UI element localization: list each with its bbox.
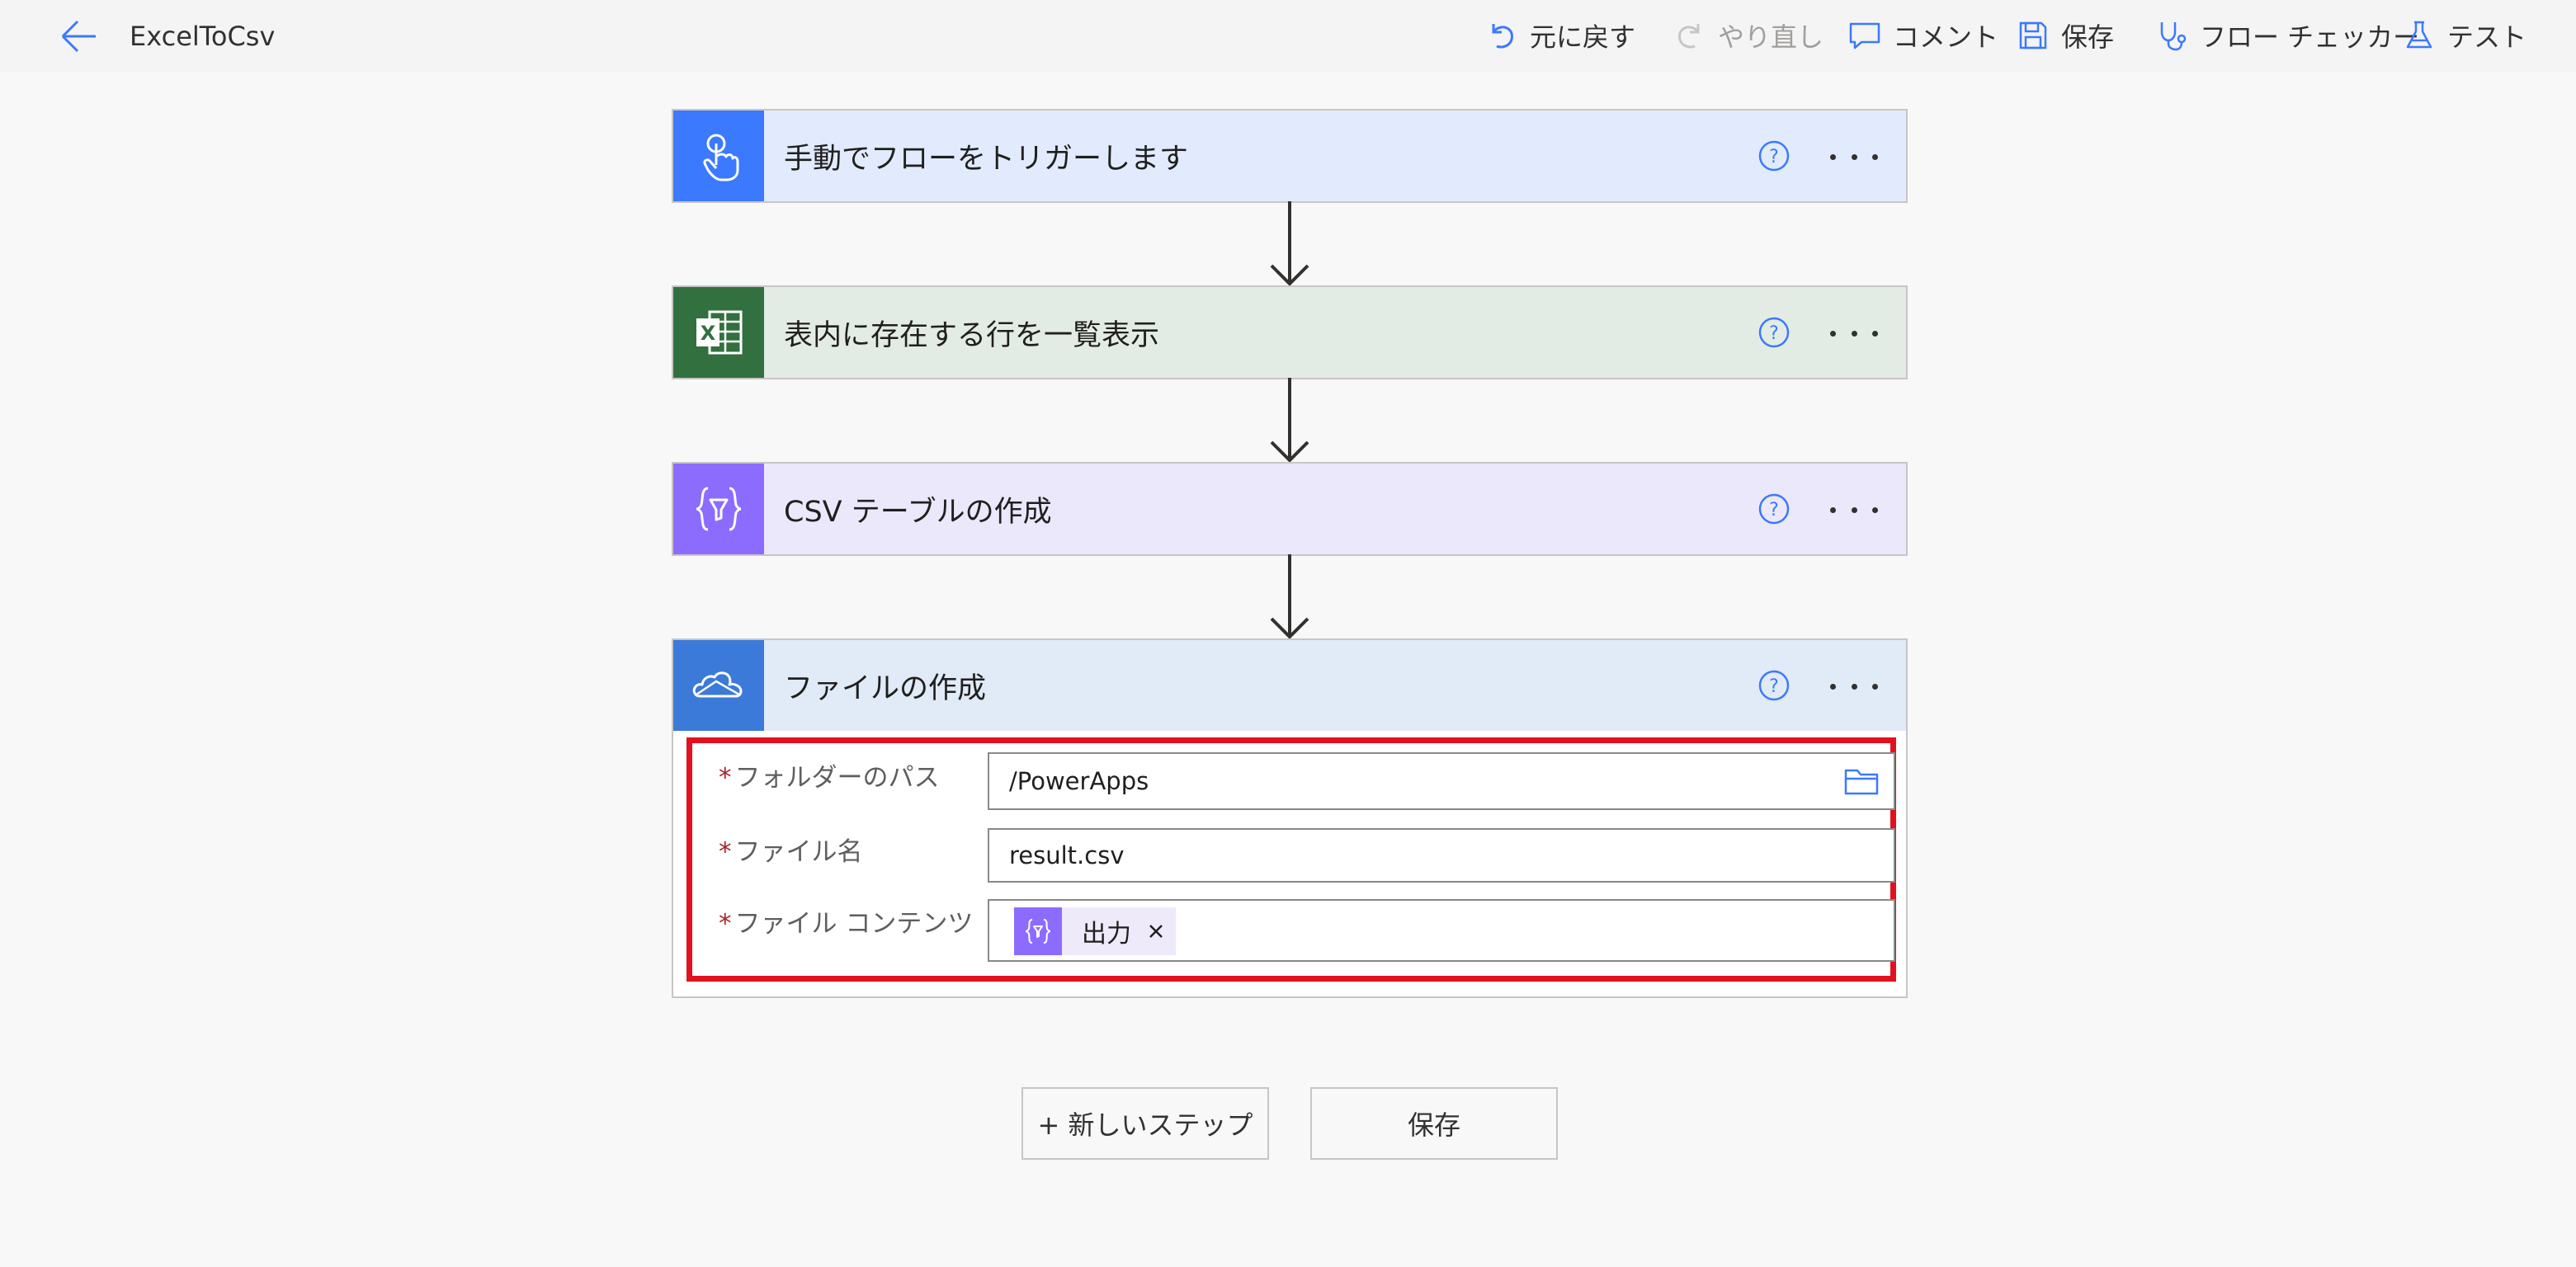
remove-token-button[interactable] (1144, 920, 1168, 943)
folder-path-input[interactable]: /PowerApps (988, 752, 1895, 810)
help-icon: ? (1758, 317, 1790, 348)
output-token[interactable]: 出力 (1014, 907, 1176, 955)
folder-path-value: /PowerApps (1009, 767, 1149, 795)
save-button[interactable]: 保存 (1310, 1087, 1558, 1160)
file-content-label: * ファイル コンテンツ (719, 909, 974, 939)
more-options-button[interactable] (1830, 140, 1878, 173)
token-label: 出力 (1082, 920, 1131, 949)
flow-checker-label: フロー チェッカー (2200, 21, 2420, 53)
file-name-label: * ファイル名 (719, 837, 863, 867)
save-toolbar-button[interactable]: 保存 (2017, 15, 2114, 56)
folder-picker-button[interactable] (1844, 767, 1879, 795)
connector-arrow (1268, 201, 1311, 287)
beaker-icon (2406, 21, 2432, 49)
trigger-step-header[interactable]: 手動でフローをトリガーします ? (673, 111, 1906, 201)
undo-icon (1492, 24, 1513, 49)
svg-text:?: ? (1769, 676, 1779, 697)
stethoscope-icon (2160, 22, 2187, 51)
help-button[interactable]: ? (1757, 316, 1790, 349)
undo-label: 元に戻す (1530, 21, 1636, 53)
test-button[interactable]: テスト (2403, 15, 2526, 56)
more-options-button[interactable] (1830, 317, 1878, 350)
step-title: ファイルの作成 (784, 671, 987, 705)
close-icon (1149, 925, 1163, 938)
svg-text:?: ? (1769, 147, 1779, 167)
touch-trigger-icon (673, 111, 764, 201)
save-icon (2019, 21, 2047, 49)
folder-path-label: * フォルダーのパス (719, 763, 940, 793)
help-button[interactable]: ? (1757, 139, 1790, 172)
create-file-step-header[interactable]: ファイルの作成 ? (673, 640, 1906, 731)
excel-step-header[interactable]: X 表内に存在する行を一覧表示 ? (673, 287, 1906, 378)
more-options-button[interactable] (1830, 670, 1878, 703)
highlight-box: *フォルダーのパス /PowerApps *ファイル名 result.csv (686, 737, 1896, 982)
test-label: テスト (2447, 21, 2527, 53)
svg-text:?: ? (1769, 323, 1779, 344)
help-icon: ? (1758, 493, 1790, 525)
step-title: 手動でフローをトリガーします (784, 142, 1189, 176)
help-button[interactable]: ? (1757, 669, 1790, 702)
data-operation-icon (673, 464, 764, 554)
help-button[interactable]: ? (1757, 492, 1790, 525)
help-icon: ? (1758, 670, 1790, 701)
svg-text:?: ? (1769, 500, 1779, 520)
folder-icon (1844, 769, 1879, 795)
redo-icon (1678, 24, 1700, 49)
flow-name: ExcelToCsv (130, 21, 276, 52)
create-file-parameters: *フォルダーのパス /PowerApps *ファイル名 result.csv (673, 731, 1906, 996)
onedrive-icon (673, 640, 764, 731)
connector-arrow (1268, 554, 1311, 640)
trigger-step-card[interactable]: 手動でフローをトリガーします ? (672, 109, 1908, 203)
excel-icon: X (673, 287, 764, 378)
file-content-input[interactable]: 出力 (988, 899, 1895, 962)
excel-step-card[interactable]: X 表内に存在する行を一覧表示 ? (672, 285, 1908, 379)
data-operation-icon (1014, 907, 1062, 955)
back-button[interactable] (59, 18, 97, 54)
save-toolbar-label: 保存 (2061, 21, 2115, 53)
csv-table-step-card[interactable]: CSV テーブルの作成 ? (672, 462, 1908, 556)
more-options-button[interactable] (1830, 493, 1878, 526)
new-step-button[interactable]: + 新しいステップ (1021, 1087, 1269, 1160)
top-bar: ExcelToCsv 元に戻す やり直し コメント 保存 フロー チェッカー テ… (0, 0, 2576, 73)
required-marker: * (719, 909, 732, 939)
comment-button[interactable]: コメント (1848, 15, 1998, 56)
redo-label: やり直し (1718, 21, 1824, 53)
create-file-step-card[interactable]: ファイルの作成 ? * フォルダーのパス /PowerApps * ファイル名 … (672, 638, 1908, 998)
csv-table-step-header[interactable]: CSV テーブルの作成 ? (673, 464, 1906, 554)
step-title: CSV テーブルの作成 (784, 495, 1052, 529)
file-name-value: result.csv (1009, 841, 1125, 869)
required-marker: * (719, 837, 732, 867)
connector-arrow (1268, 378, 1311, 464)
flow-checker-button[interactable]: フロー チェッカー (2155, 15, 2419, 56)
svg-text:X: X (701, 322, 716, 345)
step-title: 表内に存在する行を一覧表示 (784, 318, 1160, 352)
file-name-input[interactable]: result.csv (988, 828, 1895, 883)
required-marker: * (719, 763, 732, 793)
back-arrow-icon (61, 20, 96, 53)
comment-icon (1849, 22, 1880, 49)
undo-button[interactable]: 元に戻す (1485, 15, 1635, 56)
comment-label: コメント (1893, 21, 1999, 53)
redo-button[interactable]: やり直し (1673, 15, 1823, 56)
help-icon: ? (1758, 140, 1790, 172)
